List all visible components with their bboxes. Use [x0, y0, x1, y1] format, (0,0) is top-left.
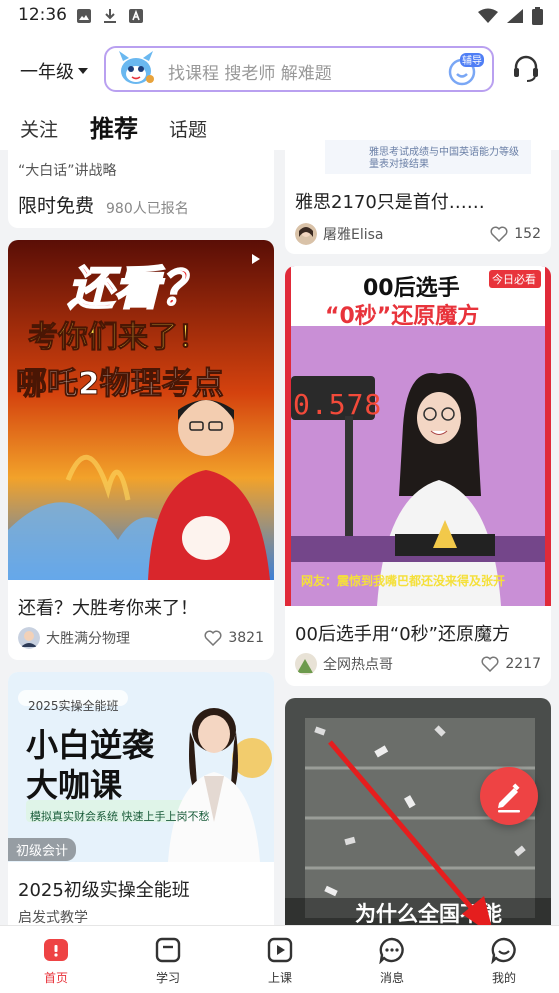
like-count: 3821	[228, 630, 264, 646]
chat-icon	[379, 937, 404, 964]
card-meta: 全网热点哥 2217	[295, 652, 541, 676]
bottom-navigation: 首页 学习 上课 消息 我的	[0, 925, 559, 993]
study-icon	[155, 937, 181, 963]
like-count: 2217	[505, 656, 541, 672]
home-icon	[44, 939, 68, 961]
card-title: 00后选手用“0秒”还原魔方	[295, 624, 511, 645]
play-icon	[267, 937, 293, 963]
profile-icon	[491, 937, 516, 964]
battery-icon	[532, 7, 543, 25]
course-headline-2: 大咖课	[26, 766, 123, 804]
caret-down-icon	[78, 68, 88, 74]
heart-icon	[490, 226, 508, 242]
top-header: 一年级 找课程 搜老师 解难题 辅导 关注 推荐 话题	[0, 32, 559, 150]
video-card-cube[interactable]: 00后选手 “0秒”还原魔方 今日必看 0.578 网友：震惊到我嘴巴都还没来得…	[285, 266, 551, 686]
course-badge: 2025实操全能班	[28, 699, 119, 713]
status-notifications	[76, 8, 144, 24]
signal-icon	[507, 9, 523, 23]
grade-label: 一年级	[20, 62, 74, 83]
image-notification-icon	[77, 9, 91, 23]
card-subtitle: “大白话”讲战略	[18, 163, 117, 179]
status-bar: 12:36	[0, 0, 559, 32]
card-meta: 大胜满分物理 3821	[18, 626, 264, 650]
author-name: 屠雅Elisa	[323, 227, 384, 243]
like-button[interactable]: 152	[490, 226, 541, 242]
course-card-free[interactable]: “大白话”讲战略 限时免费 980人已报名	[8, 140, 274, 228]
heart-icon	[204, 630, 222, 646]
author-name: 大胜满分物理	[46, 631, 130, 647]
pencil-icon	[498, 783, 520, 813]
search-bar[interactable]: 找课程 搜老师 解难题 辅导	[104, 46, 494, 92]
tab-topics[interactable]: 话题	[169, 115, 207, 142]
grade-selector[interactable]: 一年级	[20, 58, 88, 84]
free-label: 限时免费	[18, 195, 95, 217]
mascot-icon	[119, 51, 154, 84]
status-time: 12:36	[18, 5, 67, 25]
video-subtitle: 网友：震惊到我嘴巴都还没来得及张开	[301, 574, 506, 588]
author-avatar	[295, 223, 317, 245]
like-count: 152	[514, 226, 541, 242]
like-button[interactable]: 3821	[204, 630, 264, 646]
cube-title-line2: “0秒”还原魔方	[325, 304, 480, 329]
tab-follow[interactable]: 关注	[20, 115, 58, 142]
video-card-physics[interactable]: 还看？ 考你们来了！ 哪吒2物理考点 还看？大胜考你来了！ 大胜满分物理 382…	[8, 240, 274, 660]
course-card-accounting[interactable]: 2025实操全能班 小白逆袭 大咖课 模拟真实财会系统 快速上手上岗不愁 初级会…	[8, 672, 274, 925]
nav-home[interactable]: 首页	[0, 926, 112, 993]
search-placeholder: 找课程 搜老师 解难题	[168, 64, 332, 84]
must-watch-badge: 今日必看	[492, 273, 536, 286]
compose-button[interactable]	[480, 767, 538, 825]
tutor-icon[interactable]: 辅导	[446, 52, 484, 86]
course-provider: 启发式教学	[18, 910, 88, 925]
tutor-badge-text: 辅导	[462, 54, 482, 67]
thumbnail-text-line3: 哪吒2物理考点	[16, 366, 225, 403]
course-tagline: 模拟真实财会系统 快速上手上岗不愁	[30, 810, 210, 823]
nav-profile-label: 我的	[491, 971, 516, 985]
card-title: 雅思2170只是首付……	[295, 192, 485, 213]
author-avatar	[18, 627, 40, 649]
nav-class-label: 上课	[267, 971, 292, 985]
video-card-ielts[interactable]: 雅思考试成绩与中国英语能力等级量表对接结果 雅思2170只是首付…… 屠雅Eli…	[285, 140, 551, 254]
card-title: 2025初级实操全能班	[18, 880, 190, 901]
card-title: 还看？大胜考你来了！	[18, 598, 198, 619]
heart-icon	[481, 656, 499, 672]
nav-home-label: 首页	[43, 971, 68, 985]
nav-messages-label: 消息	[379, 971, 404, 985]
nav-study-label: 学习	[155, 971, 180, 985]
thumbnail-text-line1: 还看？	[67, 260, 207, 316]
thumbnail-text-line2: 考你们来了！	[28, 320, 209, 356]
nav-class[interactable]: 上课	[224, 926, 336, 993]
author-avatar	[295, 653, 317, 675]
nav-messages[interactable]: 消息	[336, 926, 448, 993]
card-meta: 屠雅Elisa 152	[295, 222, 541, 246]
timer-display: 0.578	[293, 388, 383, 421]
ielts-thumbnail-caption: 雅思考试成绩与中国英语能力等级量表对接结果	[369, 147, 519, 170]
tab-recommend[interactable]: 推荐	[90, 109, 138, 144]
author-name: 全网热点哥	[323, 657, 393, 673]
customer-service-icon[interactable]	[511, 54, 541, 84]
status-system-icons	[478, 7, 543, 25]
like-button[interactable]: 2217	[481, 656, 541, 672]
download-notification-icon	[104, 9, 116, 23]
enrolled-count: 980人已报名	[106, 201, 189, 217]
app-notification-icon	[129, 9, 143, 23]
nav-study[interactable]: 学习	[112, 926, 224, 993]
school-video-caption: 为什么全国不能	[355, 902, 502, 925]
category-tag: 初级会计	[8, 838, 77, 861]
nav-profile[interactable]: 我的	[448, 926, 559, 993]
wifi-icon	[478, 8, 498, 23]
